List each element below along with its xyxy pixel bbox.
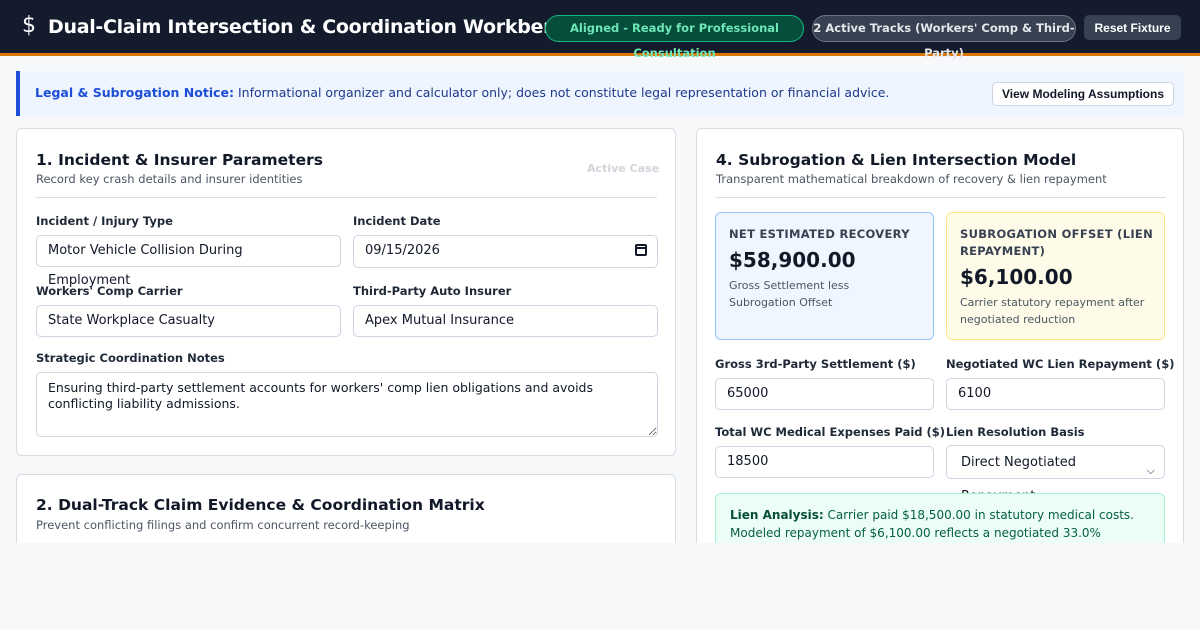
incident-date-label: Incident Date (353, 214, 441, 228)
section2-subtitle: Prevent conflicting filings and confirm … (36, 518, 410, 532)
top-header: $ Dual-Claim Intersection & Coordination… (0, 0, 1200, 60)
notice-body: Informational organizer and calculator o… (234, 85, 890, 100)
net-recovery-card: NET ESTIMATED RECOVERY $58,900.00 Gross … (715, 212, 934, 340)
section2-title: 2. Dual-Track Claim Evidence & Coordinat… (36, 496, 485, 514)
notice-text: Legal & Subrogation Notice: Informationa… (35, 85, 889, 100)
notice-bold: Legal & Subrogation Notice: (35, 85, 234, 100)
legal-notice-banner: Legal & Subrogation Notice: Informationa… (16, 71, 1184, 116)
net-recovery-desc: Gross Settlement less Subrogation Offset (729, 279, 850, 309)
section4-title: 4. Subrogation & Lien Intersection Model (716, 151, 1077, 169)
section1-divider (36, 197, 657, 198)
notes-label: Strategic Coordination Notes (36, 351, 225, 365)
reset-fixture-button[interactable]: Reset Fixture (1084, 15, 1181, 40)
offset-desc: Carrier statutory repayment after negoti… (960, 296, 1145, 326)
lien-basis-select[interactable]: Direct Negotiated Repayment ⌵ (946, 445, 1165, 504)
net-recovery-value: $58,900.00 (729, 248, 856, 272)
lien-basis-label: Lien Resolution Basis (946, 425, 1085, 439)
incident-date-value: 09/15/2026 (365, 243, 440, 258)
viewport-bottom (0, 543, 1200, 630)
status-badge-aligned: Aligned - Ready for Professional Consult… (545, 15, 804, 60)
tp-insurer-input[interactable]: Apex Mutual Insurance (353, 305, 658, 337)
view-assumptions-button[interactable]: View Modeling Assumptions (992, 82, 1174, 106)
section4-divider (716, 197, 1166, 198)
offset-label: SUBROGATION OFFSET (LIEN REPAYMENT) (960, 227, 1154, 258)
gross-settlement-input[interactable]: 65000 (715, 378, 934, 410)
net-recovery-label: NET ESTIMATED RECOVERY (729, 227, 910, 241)
active-case-badge: Active Case (587, 162, 660, 175)
chevron-down-icon: ⌵ (1146, 464, 1155, 477)
app-title: Dual-Claim Intersection & Coordination W… (48, 16, 581, 38)
wc-carrier-input[interactable]: State Workplace Casualty (36, 305, 341, 337)
dollar-icon: $ (22, 13, 36, 38)
coordination-notes-textarea[interactable]: Ensuring third-party settlement accounts… (36, 372, 658, 437)
gross-settlement-label: Gross 3rd-Party Settlement ($) (715, 357, 916, 371)
wc-carrier-label: Workers' Comp Carrier (36, 284, 183, 298)
lien-repayment-input[interactable]: 6100 (946, 378, 1165, 410)
lien-repayment-label: Negotiated WC Lien Repayment ($) (946, 357, 1175, 371)
incident-type-input[interactable]: Motor Vehicle Collision During Employmen… (36, 235, 341, 288)
incident-type-label: Incident / Injury Type (36, 214, 173, 228)
offset-value: $6,100.00 (960, 265, 1073, 289)
lien-analysis-bold: Lien Analysis: (730, 508, 824, 522)
subrogation-offset-card: SUBROGATION OFFSET (LIEN REPAYMENT) $6,1… (946, 212, 1165, 340)
section1-title: 1. Incident & Insurer Parameters (36, 151, 323, 169)
medical-expenses-label: Total WC Medical Expenses Paid ($) (715, 425, 946, 439)
medical-expenses-input[interactable]: 18500 (715, 446, 934, 478)
incident-parameters-card: 1. Incident & Insurer Parameters Record … (16, 128, 676, 456)
incident-date-input[interactable]: 09/15/2026 (353, 235, 658, 268)
section4-subtitle: Transparent mathematical breakdown of re… (716, 172, 1107, 186)
status-badge-tracks: 2 Active Tracks (Workers' Comp & Third-P… (812, 15, 1076, 60)
calendar-icon[interactable] (635, 244, 647, 256)
section1-subtitle: Record key crash details and insurer ide… (36, 172, 303, 186)
tp-insurer-label: Third-Party Auto Insurer (353, 284, 512, 298)
